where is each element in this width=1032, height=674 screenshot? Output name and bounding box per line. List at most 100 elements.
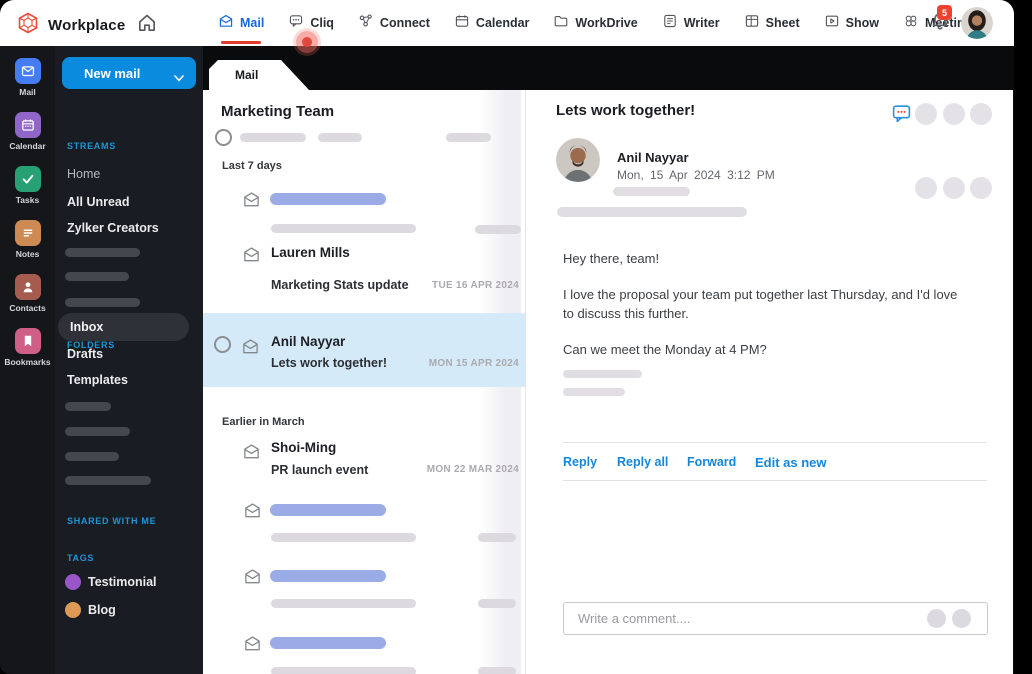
open-envelope-icon: [242, 245, 261, 264]
skeleton-bar: [271, 599, 416, 608]
rail-item-bookmarks[interactable]: Bookmarks: [0, 328, 55, 367]
topnav-label: Show: [845, 16, 879, 30]
skeleton-bar: [271, 667, 416, 674]
email-row-skeleton[interactable]: [203, 185, 525, 240]
rail-item-contacts[interactable]: Contacts: [0, 274, 55, 313]
reply-all-button[interactable]: Reply all: [617, 455, 668, 469]
tab-mail[interactable]: Mail: [209, 60, 309, 90]
group-label-older: Earlier in March: [222, 416, 305, 428]
sidebar-item-tag-testimonial[interactable]: Testimonial: [88, 575, 157, 589]
notifications-bell-icon[interactable]: 5: [929, 5, 953, 35]
sidebar-item-zylker-creators[interactable]: Zylker Creators: [67, 221, 159, 235]
skeleton-bar: [475, 225, 521, 234]
cliq-pulse-indicator[interactable]: [296, 31, 318, 53]
topnav-label: Connect: [379, 16, 430, 30]
sidebar-item-all-unread[interactable]: All Unread: [67, 195, 130, 209]
sheet-icon: [744, 13, 760, 34]
skeleton-bar: [446, 133, 491, 142]
workplace-logo[interactable]: Workplace: [16, 11, 125, 40]
skeleton-bar: [270, 193, 386, 205]
topnav-item-workdrive[interactable]: WorkDrive: [553, 0, 638, 46]
topnav-item-mail[interactable]: Mail: [218, 0, 264, 46]
writer-icon: [662, 13, 678, 34]
mail-content: Mail Marketing Team Last 7 days Lauren M…: [203, 46, 1014, 674]
divider: [563, 442, 987, 443]
connect-icon: [358, 13, 374, 34]
app-body: Mail Calendar Tasks Notes Contacts Bookm…: [0, 46, 1014, 674]
notification-badge: 5: [937, 5, 952, 20]
email-date: MON 15 APR 2024: [428, 358, 519, 369]
sidebar-item-templates[interactable]: Templates: [67, 373, 128, 387]
sidebar-item-inbox[interactable]: Inbox: [58, 313, 189, 341]
calendar-app-icon: [14, 112, 41, 138]
skeleton-bar: [318, 133, 362, 142]
skeleton-bar: [65, 452, 119, 461]
open-envelope-icon: [243, 567, 262, 586]
inbox-label: Inbox: [70, 320, 104, 334]
comments-icon[interactable]: [891, 103, 912, 129]
select-circle[interactable]: [214, 336, 231, 353]
action-placeholder: [943, 177, 965, 199]
email-row-skeleton[interactable]: [203, 631, 525, 674]
topnav-item-connect[interactable]: Connect: [358, 0, 430, 46]
topnav-item-writer[interactable]: Writer: [662, 0, 720, 46]
rail-label: Contacts: [9, 303, 46, 313]
comment-box: [563, 602, 988, 635]
topnav-item-sheet[interactable]: Sheet: [744, 0, 800, 46]
skeleton-bar: [557, 207, 747, 217]
action-placeholder: [970, 177, 992, 199]
email-row-skeleton[interactable]: [203, 564, 525, 616]
sender-avatar: [556, 138, 600, 182]
action-placeholder: [943, 103, 965, 125]
tag-color-dot: [65, 574, 81, 590]
skeleton-bar: [65, 476, 151, 485]
app-rail: Mail Calendar Tasks Notes Contacts Bookm…: [0, 46, 55, 674]
skeleton-bar: [478, 533, 516, 542]
action-placeholder: [915, 103, 937, 125]
email-row-shoi-ming[interactable]: Shoi-Ming PR launch event MON 22 MAR 202…: [203, 436, 525, 506]
comment-input[interactable]: [563, 602, 988, 635]
sidebar-item-tag-blog[interactable]: Blog: [88, 603, 116, 617]
message-sender-name: Anil Nayyar: [617, 150, 689, 165]
topnav-item-show[interactable]: Show: [824, 0, 879, 46]
user-avatar[interactable]: [961, 7, 993, 39]
email-sender: Shoi-Ming: [271, 440, 337, 455]
divider: [563, 480, 987, 481]
email-subject: PR launch event: [271, 463, 369, 477]
open-envelope-icon: [242, 190, 261, 209]
sidebar-item-home[interactable]: Home: [67, 167, 100, 181]
rail-item-notes[interactable]: Notes: [0, 220, 55, 259]
rail-item-mail[interactable]: Mail: [0, 58, 55, 97]
open-envelope-icon: [242, 442, 261, 461]
home-icon[interactable]: [136, 12, 158, 34]
show-icon: [824, 13, 840, 34]
email-row-skeleton[interactable]: [203, 498, 525, 550]
bookmarks-app-icon: [14, 328, 41, 354]
email-row-lauren-mills[interactable]: Lauren Mills Marketing Stats update TUE …: [203, 240, 525, 312]
email-row-anil-nayyar[interactable]: Anil Nayyar Lets work together! MON 15 A…: [203, 313, 525, 387]
workdrive-icon: [553, 13, 569, 34]
cliq-icon: [288, 13, 304, 34]
message-subject: Lets work together!: [556, 102, 696, 119]
topnav-label: Cliq: [310, 16, 334, 30]
topnav-item-calendar[interactable]: Calendar: [454, 0, 530, 46]
select-all-circle[interactable]: [215, 129, 232, 146]
forward-button[interactable]: Forward: [687, 455, 736, 469]
streams-header: STREAMS: [67, 141, 116, 151]
rail-label: Notes: [15, 249, 40, 259]
skeleton-bar: [271, 533, 416, 542]
edit-as-new-button[interactable]: Edit as new: [755, 455, 827, 470]
shared-with-me-header: SHARED WITH ME: [67, 516, 157, 526]
app-window: Workplace Mail Cliq Connect Calendar Wor…: [0, 0, 1014, 674]
rail-label: Mail: [19, 87, 36, 97]
rail-item-calendar[interactable]: Calendar: [0, 112, 55, 151]
skeleton-bar: [270, 504, 386, 516]
new-mail-button[interactable]: New mail: [62, 57, 196, 89]
email-date: MON 22 MAR 2024: [426, 464, 519, 475]
reply-button[interactable]: Reply: [563, 455, 597, 469]
rail-item-tasks[interactable]: Tasks: [0, 166, 55, 205]
sidebar-item-drafts[interactable]: Drafts: [67, 347, 103, 361]
meeting-icon: [903, 13, 919, 34]
rail-label: Calendar: [9, 141, 46, 151]
topnav-label: Calendar: [475, 16, 530, 30]
